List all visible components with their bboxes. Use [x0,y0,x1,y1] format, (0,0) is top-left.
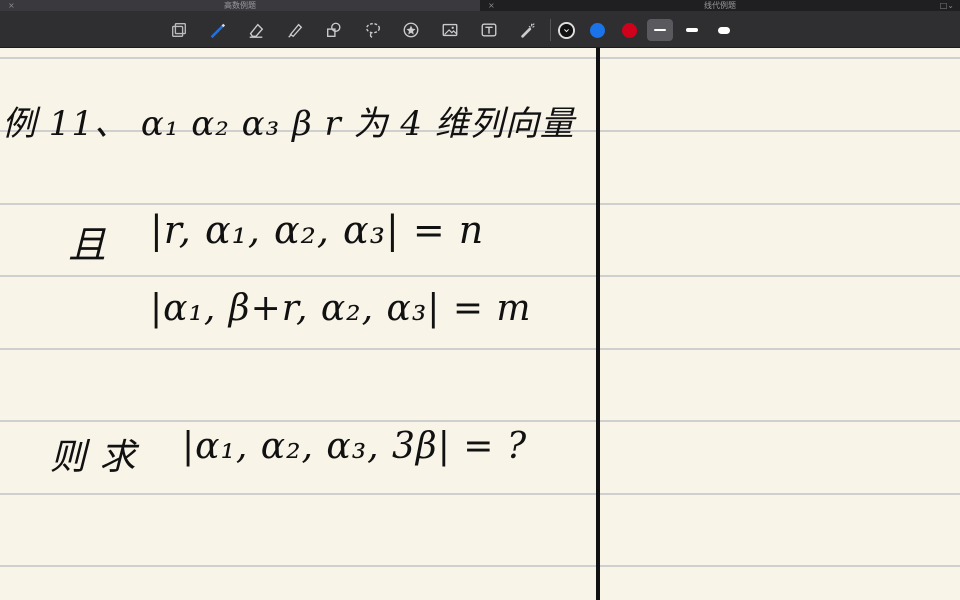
stroke-width-thin[interactable] [647,19,673,41]
ruled-line [0,565,598,567]
color-swatch-red[interactable] [622,23,637,38]
note-line-2-expr: |r, α₁, α₂, α₃| = n [150,208,485,252]
note-page-right[interactable] [600,48,960,600]
note-line-2-label: 且 [68,223,108,267]
note-line-1: 例 11、 α₁ α₂ α₃ β r 为 4 维列向量 [2,104,575,144]
ruled-line [0,493,598,495]
pen-icon[interactable] [206,19,228,41]
ruled-line [600,565,960,567]
tab-title: 高数例题 [224,1,256,10]
ruled-line [0,420,598,422]
ruled-line [0,203,598,205]
text-icon[interactable] [478,19,500,41]
lasso-copy-icon[interactable] [168,19,190,41]
tab-close-icon[interactable]: × [488,0,495,11]
ruled-line [600,130,960,132]
highlighter-icon[interactable] [284,19,306,41]
tab-bar: × 高数例题 × 线代例题 □⌄ [0,0,960,11]
color-swatch-blue[interactable] [590,23,605,38]
ruled-line [600,203,960,205]
note-line-4-expr: |α₁, α₂, α₃, 3β| = ? [182,426,528,467]
note-page[interactable]: 例 11、 α₁ α₂ α₃ β r 为 4 维列向量 且 |r, α₁, α₂… [0,48,598,600]
chevron-down-icon [564,29,569,33]
image-icon[interactable] [439,19,461,41]
stroke-width-thick[interactable] [711,19,737,41]
ruled-line [0,57,598,59]
laser-pointer-icon[interactable] [517,19,539,41]
ruled-line [600,348,960,350]
tab-title: 线代例题 [704,1,736,10]
note-line-4-label: 则 求 [50,437,137,478]
toolbar-separator [550,19,551,41]
stroke-width-medium[interactable] [679,19,705,41]
ruled-line [600,420,960,422]
lasso-icon[interactable] [362,19,384,41]
tab-options-icon[interactable]: □⌄ [940,0,954,11]
ruled-line [600,275,960,277]
ruled-line [600,493,960,495]
note-line-3-expr: |α₁, β+r, α₂, α₃| = m [150,288,532,329]
ruled-line [0,275,598,277]
stamp-icon[interactable] [400,19,422,41]
color-swatch-black[interactable] [558,22,575,39]
ruled-line [0,348,598,350]
tab-xiandai[interactable]: × 线代例题 □⌄ [480,0,960,11]
shapes-icon[interactable] [323,19,345,41]
toolbar [0,11,960,48]
tab-close-icon[interactable]: × [8,0,15,11]
eraser-icon[interactable] [245,19,267,41]
tab-gaoshu[interactable]: × 高数例题 [0,0,480,11]
ruled-line [600,57,960,59]
